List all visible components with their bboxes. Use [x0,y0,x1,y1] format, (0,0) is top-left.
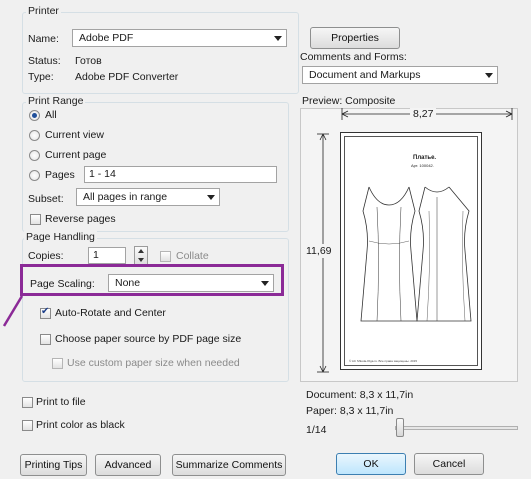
comments-forms-value: Document and Markups [309,69,421,81]
custom-paper-checkbox[interactable] [52,358,63,369]
type-label: Type: [28,71,54,83]
subset-value: All pages in range [83,191,168,203]
chevron-down-icon [207,195,215,200]
print-to-file-checkbox[interactable] [22,397,33,408]
printer-name-select[interactable]: Adobe PDF [72,29,287,47]
page-scaling-value: None [115,277,141,289]
copies-spinner[interactable] [134,246,148,265]
name-label: Name: [28,33,59,45]
preview-page-footer: © AC Shkola-Olga.ru. Все права защищены.… [349,359,418,363]
print-range-legend: Print Range [26,95,86,107]
chevron-down-icon [485,73,493,78]
chevron-down-icon [274,36,282,41]
document-size: Document: 8,3 x 11,7in [306,389,414,401]
custom-paper-label: Use custom paper size when needed [67,357,240,369]
auto-rotate-checkbox[interactable] [40,306,51,319]
properties-button[interactable]: Properties [310,27,400,49]
copies-value: 1 [93,249,99,261]
subset-select[interactable]: All pages in range [76,188,220,206]
status-label: Status: [28,55,61,67]
preview-page: Платье. Арт. 100042. © AC Shkola-Olga.ru… [340,132,482,370]
spinner-up-icon[interactable] [138,249,144,253]
page-scaling-select[interactable]: None [108,274,274,292]
reverse-pages-checkbox[interactable] [30,214,41,225]
radio-current-page[interactable] [29,150,40,161]
radio-current-view[interactable] [29,130,40,141]
collate-checkbox[interactable] [160,251,171,262]
page-handling-legend: Page Handling [24,231,97,243]
pages-input[interactable]: 1 - 14 [84,166,277,183]
printer-name-value: Adobe PDF [79,32,134,44]
preview-height-value: 11,69 [306,244,332,258]
paper-source-label: Choose paper source by PDF page size [55,333,242,345]
printing-tips-button[interactable]: Printing Tips [20,454,87,476]
advanced-button[interactable]: Advanced [95,454,161,476]
auto-rotate-label: Auto-Rotate and Center [55,307,166,319]
radio-pages[interactable] [29,170,40,181]
page-slider-thumb[interactable] [396,418,404,437]
copies-label: Copies: [28,250,64,262]
pages-input-value: 1 - 14 [89,168,116,180]
copies-input[interactable]: 1 [88,247,126,264]
page-slider[interactable] [395,426,518,430]
radio-pages-label: Pages [45,169,75,181]
reverse-pages-label: Reverse pages [45,213,116,225]
radio-all-label: All [45,109,57,121]
ok-button[interactable]: OK [336,453,406,475]
print-to-file-label: Print to file [36,396,86,408]
spinner-down-icon[interactable] [138,258,144,262]
radio-current-page-label: Current page [45,149,107,161]
type-value: Adobe PDF Converter [75,71,179,83]
paper-source-checkbox[interactable] [40,334,51,345]
cancel-button[interactable]: Cancel [414,453,484,475]
preview-width-value: 8,27 [410,108,437,120]
printer-legend: Printer [26,5,61,17]
radio-all[interactable] [29,110,40,121]
preview-page-subtitle: Арт. 100042. [411,163,434,168]
comments-forms-label: Comments and Forms: [300,51,407,63]
paper-size: Paper: 8,3 x 11,7in [306,405,394,417]
summarize-comments-button[interactable]: Summarize Comments [172,454,286,476]
comments-forms-select[interactable]: Document and Markups [302,66,498,84]
status-value: Готов [75,55,102,67]
print-color-black-label: Print color as black [36,419,125,431]
subset-label: Subset: [28,193,64,205]
radio-current-view-label: Current view [45,129,104,141]
chevron-down-icon [261,281,269,286]
preview-page-title: Платье. [413,155,437,161]
dress-sketch-image [360,186,472,322]
print-color-black-checkbox[interactable] [22,420,33,431]
page-scaling-label: Page Scaling: [30,278,95,290]
page-counter: 1/14 [306,424,327,436]
highlight-pointer-line [2,295,24,327]
collate-label: Collate [176,250,209,262]
